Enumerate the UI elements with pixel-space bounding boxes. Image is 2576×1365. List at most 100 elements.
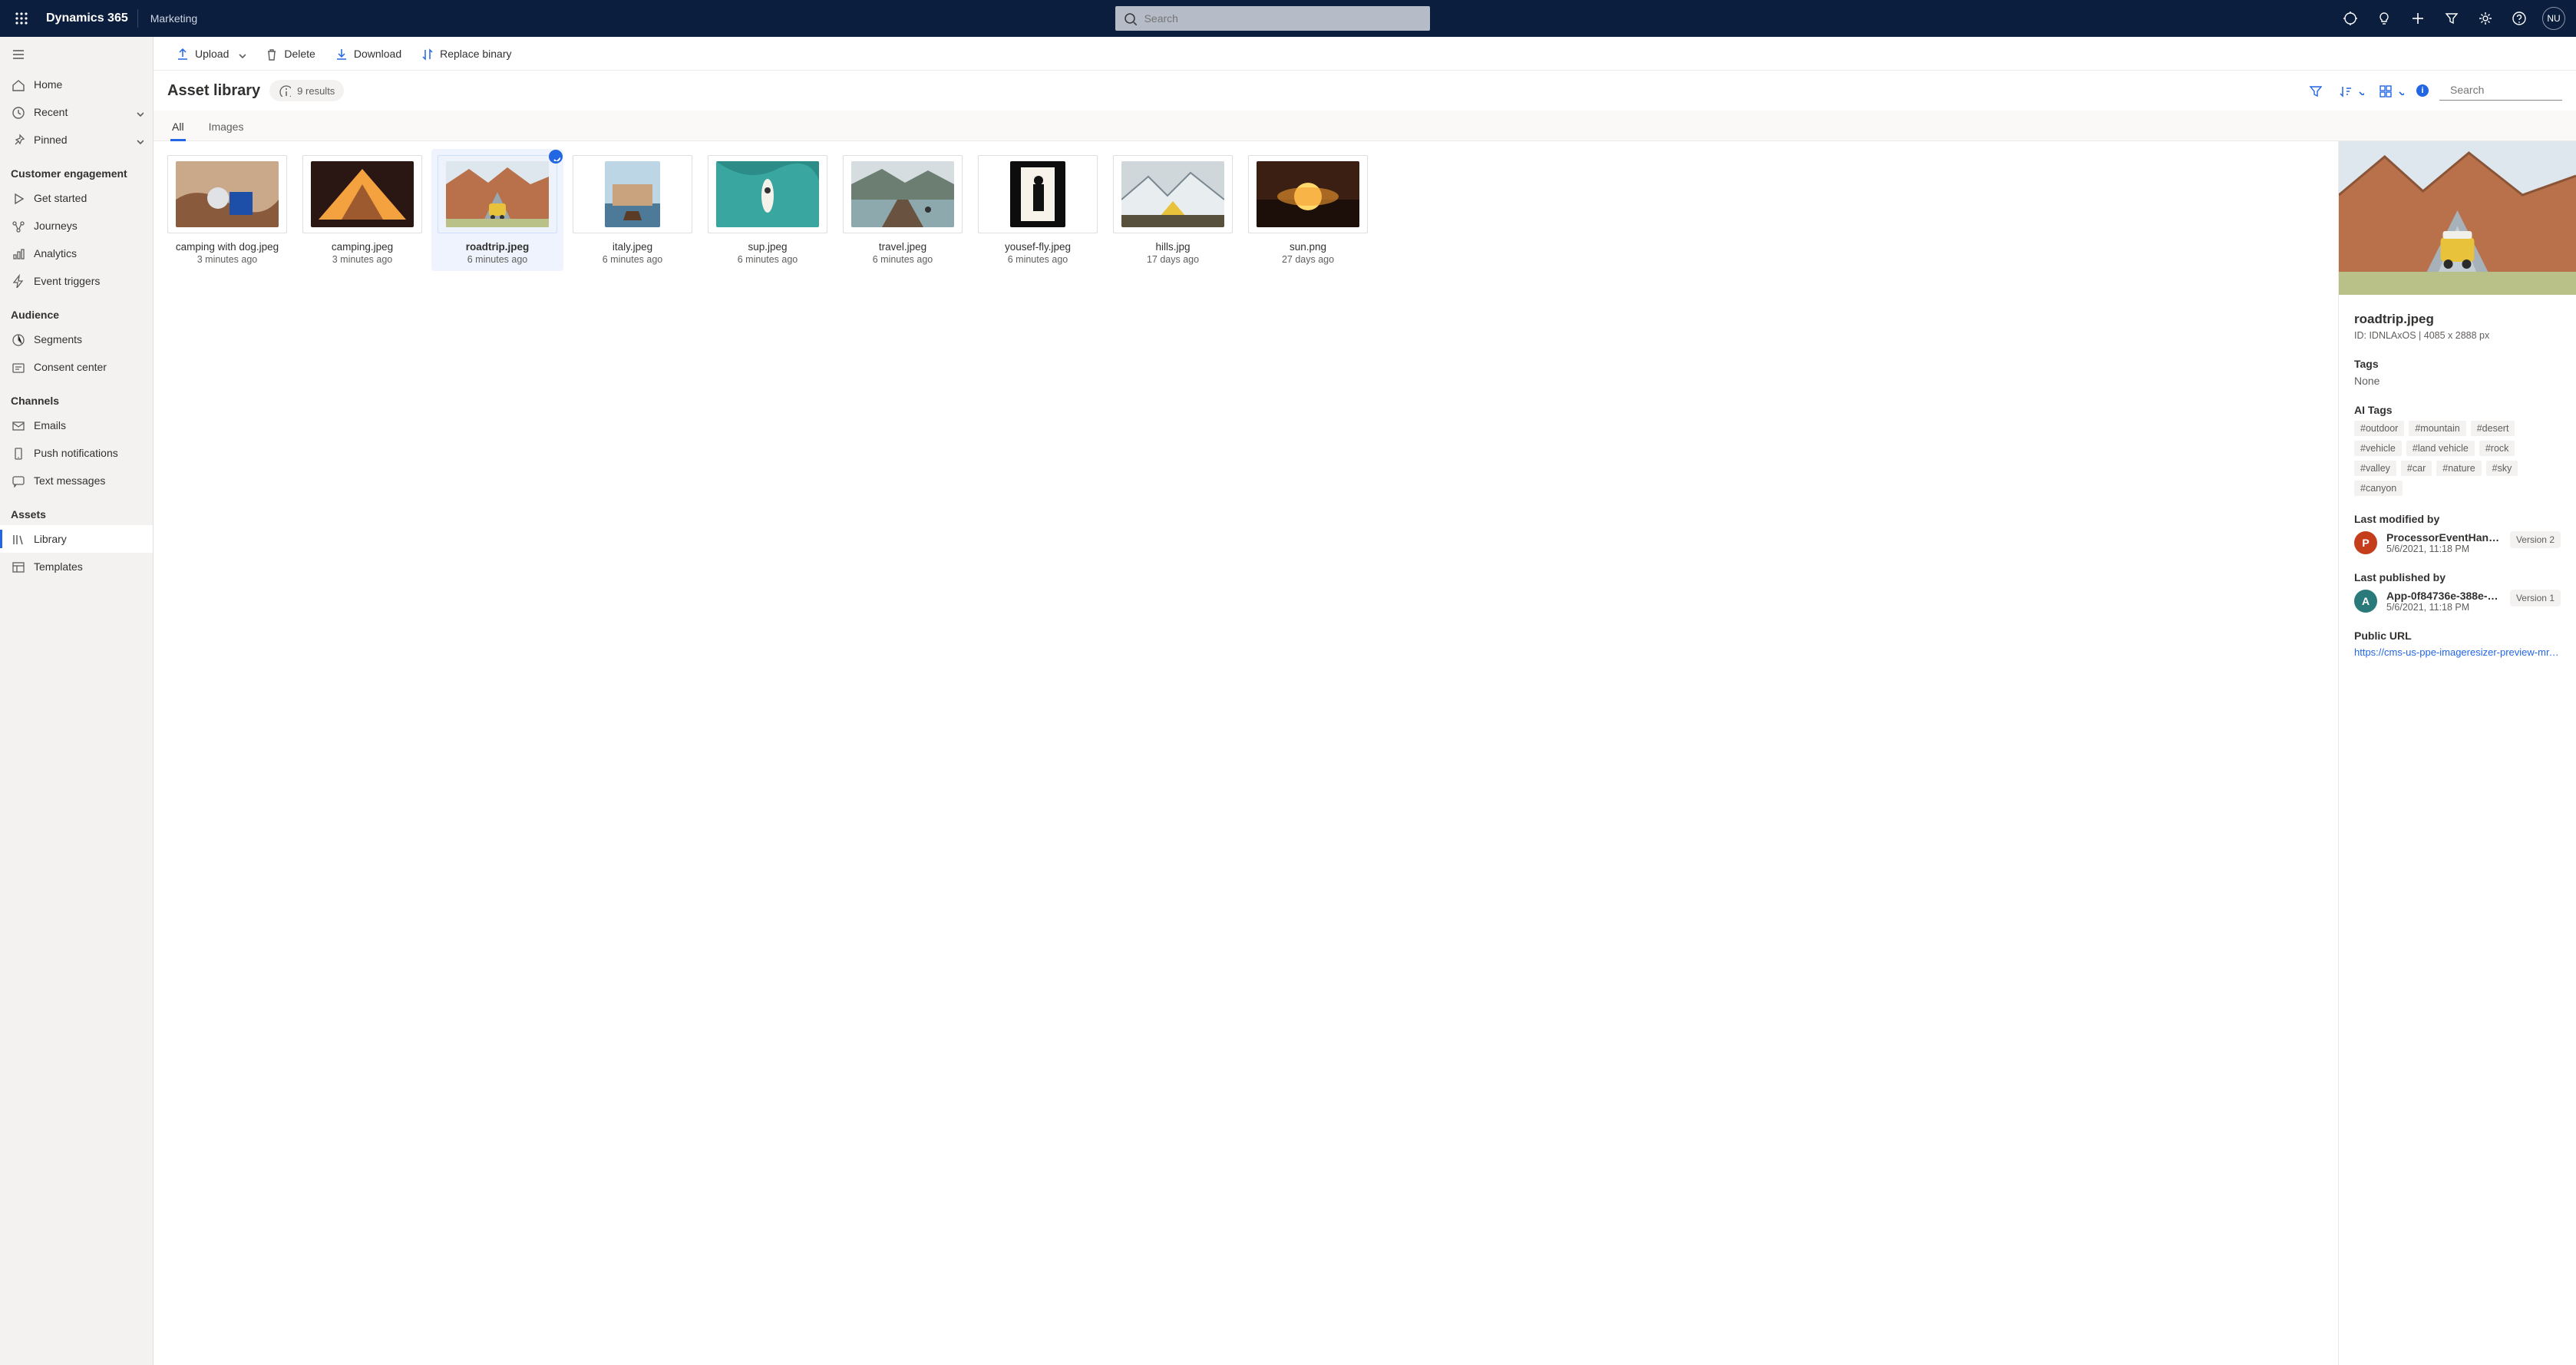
asset-time: 6 minutes ago <box>1008 254 1068 265</box>
nav-item-library[interactable]: Library <box>0 525 153 553</box>
sort-button[interactable] <box>2337 80 2366 101</box>
public-url-link[interactable]: https://cms-us-ppe-imageresizer-preview-… <box>2354 646 2561 658</box>
aitags-heading: AI Tags <box>2354 404 2561 416</box>
tab-all[interactable]: All <box>170 113 186 140</box>
nav-item-event-triggers[interactable]: Event triggers <box>0 267 153 295</box>
nav-item-analytics[interactable]: Analytics <box>0 240 153 267</box>
details-panel: roadtrip.jpeg ID: IDNLAxOS | 4085 x 2888… <box>2338 141 2576 1365</box>
nav-item-emails[interactable]: Emails <box>0 411 153 439</box>
ai-tag[interactable]: #land vehicle <box>2406 441 2475 456</box>
asset-name: sup.jpeg <box>748 241 787 253</box>
library-search-input[interactable] <box>2449 83 2576 97</box>
nav-item-templates[interactable]: Templates <box>0 553 153 580</box>
app-launcher-button[interactable] <box>6 0 37 37</box>
filter-icon[interactable] <box>2436 0 2467 37</box>
nav-item-label: Push notifications <box>34 447 118 459</box>
nav-item-pinned[interactable]: Pinned <box>0 126 153 154</box>
ideas-icon[interactable] <box>2369 0 2399 37</box>
ai-tag[interactable]: #vehicle <box>2354 441 2402 456</box>
public-url-heading: Public URL <box>2354 630 2561 642</box>
asset-tabs: All Images <box>154 111 2576 141</box>
help-icon[interactable] <box>2504 0 2535 37</box>
delete-button[interactable]: Delete <box>256 42 322 65</box>
details-hero-image <box>2339 141 2576 295</box>
details-id-line: ID: IDNLAxOS | 4085 x 2888 px <box>2354 330 2561 341</box>
nav-group-assets: Assets <box>0 494 153 525</box>
asset-card[interactable]: travel.jpeg 6 minutes ago <box>843 155 963 265</box>
publisher-avatar: A <box>2354 590 2377 613</box>
nav-item-label: Home <box>34 78 62 91</box>
ai-tag[interactable]: #desert <box>2471 421 2515 436</box>
nav-item-label: Analytics <box>34 247 77 259</box>
asset-card[interactable]: camping with dog.jpeg 3 minutes ago <box>167 155 287 265</box>
settings-icon[interactable] <box>2470 0 2501 37</box>
asset-card[interactable]: roadtrip.jpeg 6 minutes ago <box>438 155 557 265</box>
nav-item-recent[interactable]: Recent <box>0 98 153 126</box>
global-search[interactable] <box>1115 6 1430 31</box>
asset-card[interactable]: hills.jpg 17 days ago <box>1113 155 1233 265</box>
modifier-name: ProcessorEventHandling <box>2386 531 2501 544</box>
nav-item-label: Emails <box>34 419 66 431</box>
nav-item-segments[interactable]: Segments <box>0 326 153 353</box>
product-label[interactable]: Marketing <box>138 12 210 25</box>
replace-binary-button[interactable]: Replace binary <box>412 42 519 65</box>
view-switcher[interactable] <box>2376 80 2406 101</box>
download-button[interactable]: Download <box>326 42 409 65</box>
asset-card[interactable]: sup.jpeg 6 minutes ago <box>708 155 827 265</box>
nav-item-label: Recent <box>34 106 68 118</box>
nav-toggle-button[interactable] <box>0 37 153 71</box>
ai-tag[interactable]: #outdoor <box>2354 421 2404 436</box>
nav-group-customer-engagement: Customer engagement <box>0 154 153 184</box>
nav-item-home[interactable]: Home <box>0 71 153 98</box>
main-area: Upload Delete Download Replace binary As… <box>154 37 2576 1365</box>
ai-tag[interactable]: #sky <box>2486 461 2518 476</box>
asset-time: 3 minutes ago <box>332 254 393 265</box>
ai-tag[interactable]: #canyon <box>2354 481 2403 496</box>
ai-tag[interactable]: #rock <box>2479 441 2515 456</box>
last-modified-heading: Last modified by <box>2354 513 2561 525</box>
nav-item-journeys[interactable]: Journeys <box>0 212 153 240</box>
asset-card[interactable]: yousef-fly.jpeg 6 minutes ago <box>978 155 1098 265</box>
asset-time: 6 minutes ago <box>467 254 528 265</box>
asset-name: hills.jpg <box>1155 241 1190 253</box>
tags-heading: Tags <box>2354 358 2561 370</box>
asset-name: yousef-fly.jpeg <box>1005 241 1071 253</box>
nav-item-text-messages[interactable]: Text messages <box>0 467 153 494</box>
nav-item-label: Journeys <box>34 220 78 232</box>
asset-time: 6 minutes ago <box>603 254 663 265</box>
info-badge[interactable]: i <box>2416 84 2429 97</box>
nav-item-push-notifications[interactable]: Push notifications <box>0 439 153 467</box>
upload-button[interactable]: Upload <box>167 42 253 65</box>
page-titlebar: Asset library 9 results i <box>154 71 2576 111</box>
assistant-icon[interactable] <box>2335 0 2366 37</box>
selected-check-icon <box>549 150 563 164</box>
nav-item-label: Event triggers <box>34 275 100 287</box>
ai-tag[interactable]: #valley <box>2354 461 2396 476</box>
results-count: 9 results <box>297 85 335 97</box>
asset-card[interactable]: italy.jpeg 6 minutes ago <box>573 155 692 265</box>
nav-item-get-started[interactable]: Get started <box>0 184 153 212</box>
filter-button[interactable] <box>2304 80 2326 101</box>
modifier-version: Version 2 <box>2510 531 2561 548</box>
library-search[interactable] <box>2439 81 2562 101</box>
ai-tag[interactable]: #mountain <box>2409 421 2465 436</box>
modifier-date: 5/6/2021, 11:18 PM <box>2386 544 2501 554</box>
ai-tag[interactable]: #nature <box>2436 461 2481 476</box>
asset-card[interactable]: sun.png 27 days ago <box>1248 155 1368 265</box>
asset-name: roadtrip.jpeg <box>466 241 530 253</box>
last-published-heading: Last published by <box>2354 571 2561 583</box>
asset-thumbnail <box>1113 155 1233 233</box>
ai-tag[interactable]: #car <box>2401 461 2432 476</box>
tab-images[interactable]: Images <box>207 113 246 140</box>
global-search-input[interactable] <box>1143 12 1422 25</box>
user-avatar[interactable]: NU <box>2542 7 2565 30</box>
nav-item-label: Text messages <box>34 474 105 487</box>
asset-name: italy.jpeg <box>613 241 652 253</box>
results-pill: 9 results <box>269 80 344 101</box>
nav-item-consent-center[interactable]: Consent center <box>0 353 153 381</box>
page-title: Asset library <box>167 82 260 100</box>
aitags-list: #outdoor #mountain #desert #vehicle #land ve… <box>2354 421 2561 496</box>
add-icon[interactable] <box>2403 0 2433 37</box>
asset-card[interactable]: camping.jpeg 3 minutes ago <box>302 155 422 265</box>
asset-time: 6 minutes ago <box>738 254 798 265</box>
